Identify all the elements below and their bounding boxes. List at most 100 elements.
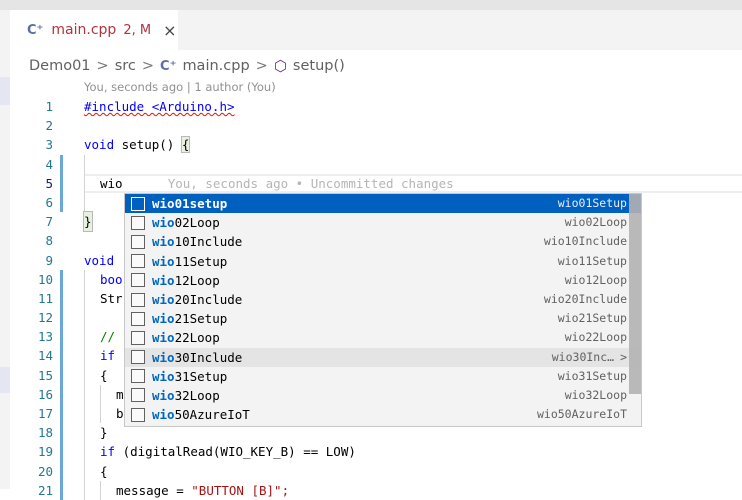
suggest-label: wio20Include xyxy=(152,291,243,307)
suggest-item[interactable]: wio32Loop wio32Loop xyxy=(125,386,641,405)
git-blame-hint: You, seconds ago • Uncommitted changes xyxy=(167,175,454,191)
code-text: wio You, seconds ago • Uncommitted chang… xyxy=(100,175,454,191)
chevron-right-icon: > xyxy=(141,58,155,74)
line-number: 4 xyxy=(45,156,53,172)
snippet-icon xyxy=(131,407,145,422)
line-number: 19 xyxy=(37,444,53,460)
suggest-item[interactable]: wio02Loop wio02Loop xyxy=(125,213,641,232)
method-cube-icon: ⬡ xyxy=(273,57,287,75)
suggest-scrollbar[interactable] xyxy=(629,194,641,394)
suggest-label: wio11Setup xyxy=(152,253,228,269)
code-line: 2 xyxy=(0,116,742,135)
line-number: 3 xyxy=(45,137,53,153)
code-text: } xyxy=(83,211,93,233)
suggest-detail: wio10Include xyxy=(543,234,627,249)
suggest-detail: wio22Loop xyxy=(564,330,627,345)
suggest-label: wio21Setup xyxy=(152,311,228,327)
breadcrumb-item-demo01[interactable]: Demo01 xyxy=(29,58,91,74)
code-text: if xyxy=(100,348,116,364)
tab-main-cpp[interactable]: C⁺ main.cpp 2, M × xyxy=(10,10,178,50)
suggest-item[interactable]: wio01setup wio01Setup xyxy=(125,194,641,214)
code-text: b xyxy=(116,406,124,421)
suggest-item[interactable]: wio11Setup wio11Setup xyxy=(125,252,641,271)
line-number: 15 xyxy=(37,367,53,383)
chevron-right-icon: > xyxy=(255,58,268,74)
line-number: 12 xyxy=(37,310,53,326)
code-text: // xyxy=(100,329,116,345)
suggest-detail: wio11Setup xyxy=(557,253,627,268)
git-modified-gutter[interactable] xyxy=(60,154,63,174)
git-modified-gutter[interactable] xyxy=(60,192,63,213)
snippet-icon xyxy=(131,273,145,288)
git-modified-gutter[interactable] xyxy=(60,269,63,289)
snippet-icon xyxy=(131,330,145,345)
line-number: 9 xyxy=(45,252,53,268)
snippet-icon xyxy=(131,350,145,365)
suggest-detail: wio20Include xyxy=(543,291,627,306)
suggest-detail: wio31Setup xyxy=(557,368,627,383)
suggest-item[interactable]: wio12Loop wio12Loop xyxy=(125,271,641,290)
snippet-icon xyxy=(131,388,145,403)
git-codelens[interactable]: You, seconds ago | 1 author (You) xyxy=(84,80,276,94)
code-text: m xyxy=(116,386,124,402)
suggest-item[interactable]: wio30Include wio30Inc… > xyxy=(125,347,641,367)
cpp-file-icon: C⁺ xyxy=(160,58,177,74)
suggest-detail: wio30Inc… > xyxy=(551,349,627,364)
tab-label: main.cpp xyxy=(51,22,117,38)
line-number: 16 xyxy=(37,386,53,402)
line-number: 20 xyxy=(37,463,53,479)
code-line: 1 #include <Arduino.h> xyxy=(0,97,742,116)
code-line: 19 if (digitalRead(WIO_KEY_B) == LOW) xyxy=(0,442,742,462)
breadcrumb-item-setup[interactable]: setup() xyxy=(293,58,345,74)
suggest-widget[interactable]: wio01setup wio01Setup wio02Loop wio02Loop wi… xyxy=(124,193,642,427)
snippet-icon xyxy=(131,292,145,307)
snippet-icon xyxy=(131,311,145,326)
breadcrumb-item-src[interactable]: src xyxy=(115,58,136,74)
suggest-detail: wio50AzureIoT xyxy=(536,407,627,422)
suggest-detail: wio21Setup xyxy=(557,311,627,326)
suggest-label: wio10Include xyxy=(152,234,243,250)
suggest-item[interactable]: wio20Include wio20Include xyxy=(125,290,641,309)
read-more-chevron-icon[interactable]: > xyxy=(620,350,627,364)
breadcrumb: Demo01 > src > C⁺ main.cpp > ⬡ setup() xyxy=(29,55,345,77)
suggest-detail: wio32Loop xyxy=(564,387,627,402)
suggest-label: wio31Setup xyxy=(152,368,228,384)
line-number: 21 xyxy=(37,482,53,498)
suggest-item[interactable]: wio50AzureIoT wio50AzureIoT xyxy=(125,405,641,424)
snippet-icon xyxy=(131,254,145,269)
line-number: 5 xyxy=(45,175,53,191)
suggest-label: wio02Loop xyxy=(152,215,220,231)
code-text: } xyxy=(100,425,108,441)
suggest-label: wio30Include xyxy=(152,349,243,365)
suggest-item[interactable]: wio22Loop wio22Loop xyxy=(125,328,641,347)
git-modified-gutter[interactable] xyxy=(60,173,63,193)
breadcrumb-item-main-cpp[interactable]: main.cpp xyxy=(182,58,249,74)
suggest-detail: wio02Loop xyxy=(564,215,627,230)
close-icon[interactable]: × xyxy=(163,21,176,40)
suggest-item[interactable]: wio10Include wio10Include xyxy=(125,232,641,251)
suggest-item[interactable]: wio31Setup wio31Setup xyxy=(125,367,641,386)
chevron-right-icon: > xyxy=(96,58,109,74)
line-number: 18 xyxy=(37,425,53,441)
code-text: message = "BUTTON [B]"; xyxy=(116,482,290,498)
code-line: 3 void setup() { xyxy=(0,135,742,154)
suggest-label: wio01setup xyxy=(152,196,228,211)
suggest-label: wio22Loop xyxy=(152,330,220,346)
line-number: 11 xyxy=(37,290,53,306)
snippet-icon xyxy=(131,369,145,384)
snippet-icon xyxy=(131,234,145,249)
suggest-detail: wio01Setup xyxy=(557,196,627,210)
code-line: 21 message = "BUTTON [B]"; xyxy=(0,480,742,500)
line-number: 8 xyxy=(45,233,53,249)
code-text: void setup() { xyxy=(84,136,191,154)
code-text: boo xyxy=(100,271,123,287)
line-number: 14 xyxy=(37,348,53,364)
title-strip xyxy=(0,0,742,10)
code-text: void xyxy=(84,252,115,268)
suggest-detail: wio12Loop xyxy=(564,272,627,287)
code-text: Str xyxy=(100,290,123,306)
suggest-label: wio12Loop xyxy=(152,272,220,288)
suggest-item[interactable]: wio21Setup wio21Setup xyxy=(125,309,641,328)
suggest-label: wio32Loop xyxy=(152,387,220,403)
line-number: 7 xyxy=(45,214,53,230)
